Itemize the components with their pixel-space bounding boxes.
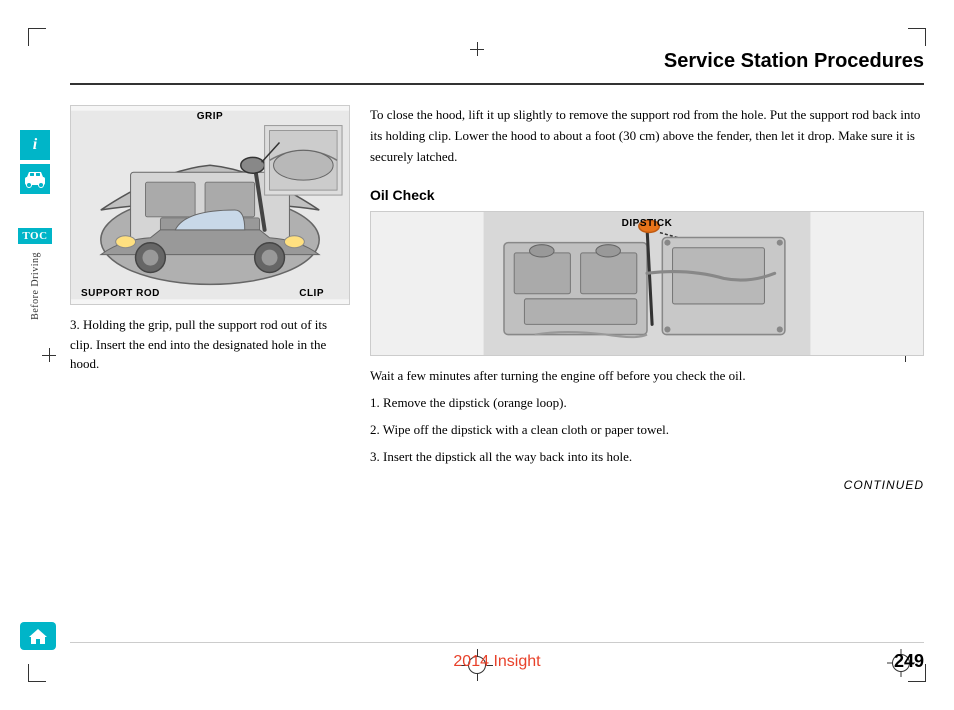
close-hood-text: To close the hood, lift it up slightly t… bbox=[370, 105, 924, 167]
left-column: GRIP bbox=[70, 105, 350, 492]
continued-label: CONTINUED bbox=[370, 478, 924, 492]
info-icon[interactable]: i bbox=[20, 130, 50, 160]
car-hood-svg bbox=[71, 106, 349, 304]
sidebar: i TOC Before Driving bbox=[0, 0, 70, 710]
oil-image-box: DIPSTICK bbox=[370, 211, 924, 356]
oil-check-section: Oil Check DIPSTICK bbox=[370, 187, 924, 491]
oil-step1: 1. Remove the dipstick (orange loop). bbox=[370, 393, 924, 414]
footer-page-number: 249 bbox=[864, 651, 924, 672]
oil-step2: 2. Wipe off the dipstick with a clean cl… bbox=[370, 420, 924, 441]
clip-label: CLIP bbox=[299, 288, 324, 299]
hood-image-box: GRIP bbox=[70, 105, 350, 305]
oil-instructions: Wait a few minutes after turning the eng… bbox=[370, 366, 924, 467]
main-content: Service Station Procedures GRIP bbox=[70, 30, 924, 680]
footer-year-model: 2014 Insight bbox=[130, 653, 864, 671]
oil-intro: Wait a few minutes after turning the eng… bbox=[370, 366, 924, 387]
section-label: Before Driving bbox=[30, 252, 41, 320]
content-area: GRIP bbox=[70, 100, 924, 492]
right-column: To close the hood, lift it up slightly t… bbox=[370, 105, 924, 492]
oil-step3: 3. Insert the dipstick all the way back … bbox=[370, 447, 924, 468]
grip-label: GRIP bbox=[197, 111, 223, 122]
toc-button[interactable]: TOC bbox=[18, 228, 51, 244]
home-button[interactable] bbox=[20, 622, 56, 650]
oil-check-title: Oil Check bbox=[370, 187, 924, 203]
page-title: Service Station Procedures bbox=[664, 50, 924, 72]
page-footer: 2014 Insight 249 bbox=[70, 642, 924, 672]
oil-illustration-svg bbox=[371, 212, 923, 355]
step3-text: 3. Holding the grip, pull the support ro… bbox=[70, 315, 350, 374]
car-svg bbox=[24, 170, 46, 188]
home-icon bbox=[27, 627, 49, 645]
dipstick-label: DIPSTICK bbox=[622, 218, 673, 229]
support-rod-label: SUPPORT ROD bbox=[81, 288, 160, 299]
car-icon[interactable] bbox=[20, 164, 50, 194]
page-header: Service Station Procedures bbox=[70, 30, 924, 85]
